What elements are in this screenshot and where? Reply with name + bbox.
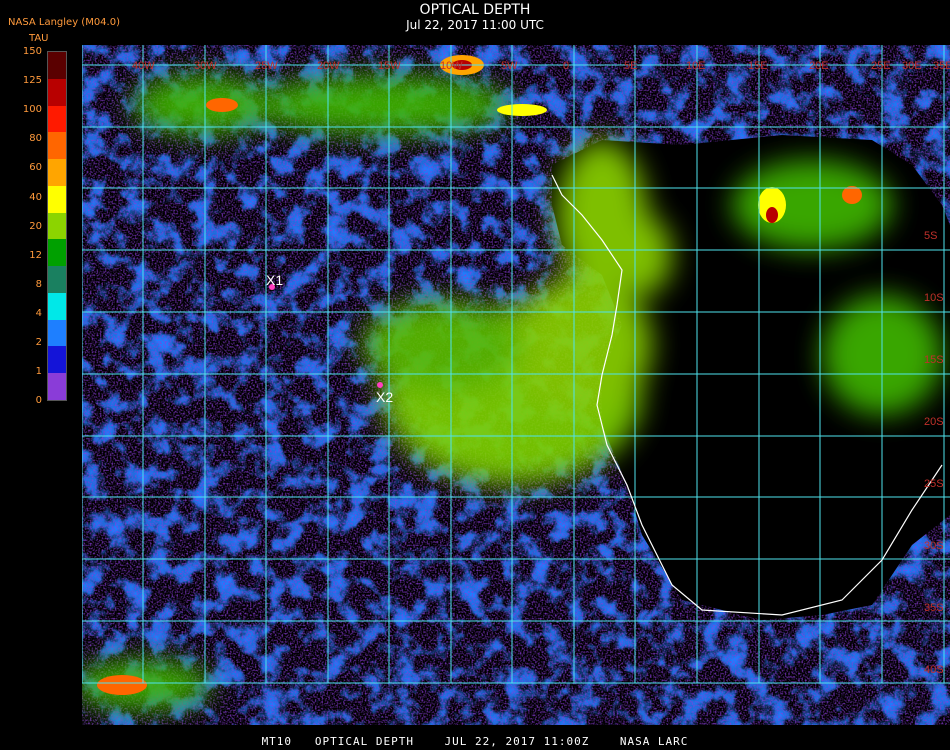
colorbar-segment — [48, 78, 66, 106]
colorbar-label: 1 — [35, 366, 42, 378]
longitude-label: 10E — [686, 60, 706, 72]
colorbar-segment — [48, 185, 66, 213]
longitude-label: 0 — [563, 60, 569, 72]
colorbar — [47, 51, 67, 401]
longitude-label: 20W — [317, 60, 340, 72]
colorbar-segment — [48, 105, 66, 133]
longitude-label: 5E — [624, 60, 637, 72]
colorbar-segment — [48, 373, 66, 400]
latitude-label: 35S — [924, 602, 944, 614]
latitude-label: 40S — [924, 664, 944, 676]
colorbar-segment — [48, 52, 66, 79]
colorbar-segment — [48, 292, 66, 320]
colorbar-segment — [48, 346, 66, 374]
marker-x1-label: X1 — [266, 272, 283, 288]
optical-depth-map: 40W 30W 25W 20W 15W 10W 5W 0 5E 10E 15E 20E 25E 30E 35… — [82, 45, 950, 725]
colorbar-label: 100 — [22, 104, 42, 116]
latitude-label: 5S — [924, 230, 937, 242]
footer-caption: MT10 OPTICAL DEPTH JUL 22, 2017 11:00Z N… — [261, 735, 689, 748]
longitude-label: 30E — [902, 60, 922, 72]
longitude-label: 30W — [194, 60, 217, 72]
colorbar-label: 20 — [29, 220, 42, 232]
latitude-label: 25S — [924, 478, 944, 490]
colorbar-label: 8 — [35, 278, 42, 290]
colorbar-label: 40 — [29, 191, 42, 203]
map-title: OPTICAL DEPTH — [419, 2, 531, 18]
source-label: NASA Langley (M04.0) — [8, 17, 120, 28]
longitude-label: 25E — [871, 60, 891, 72]
latitude-label: 20S — [924, 416, 944, 428]
colorbar-segment — [48, 239, 66, 267]
marker-x2-label: X2 — [376, 389, 393, 405]
colorbar-segment — [48, 212, 66, 240]
colorbar-label: 80 — [29, 133, 42, 145]
latitude-label: 15S — [924, 354, 944, 366]
colorbar-label: 60 — [29, 162, 42, 174]
latitude-label: 10S — [924, 292, 944, 304]
colorbar-label: 150 — [22, 46, 42, 57]
longitude-label: 25W — [255, 60, 278, 72]
marker-x1: X1 — [266, 272, 283, 290]
longitude-label: 10W — [440, 60, 463, 72]
latitude-label: 30S — [924, 540, 944, 552]
colorbar-segment — [48, 159, 66, 186]
longitude-label: 15W — [378, 60, 401, 72]
longitude-label: 40W — [132, 60, 155, 72]
colorbar-segment — [48, 319, 66, 347]
longitude-label: 20E — [809, 60, 829, 72]
colorbar-label: 0 — [35, 395, 42, 407]
longitude-label: 5W — [501, 60, 518, 72]
colorbar-label: 4 — [35, 307, 42, 319]
units-label: TAU — [29, 33, 49, 44]
map-timestamp: Jul 22, 2017 11:00 UTC — [406, 18, 544, 32]
longitude-label: 35E — [933, 60, 950, 72]
colorbar-segment — [48, 266, 66, 293]
colorbar-label: 12 — [29, 249, 42, 261]
colorbar-label: 125 — [22, 75, 42, 87]
colorbar-label: 2 — [35, 337, 42, 348]
colorbar-segment — [48, 132, 66, 160]
longitude-label: 15E — [748, 60, 768, 72]
